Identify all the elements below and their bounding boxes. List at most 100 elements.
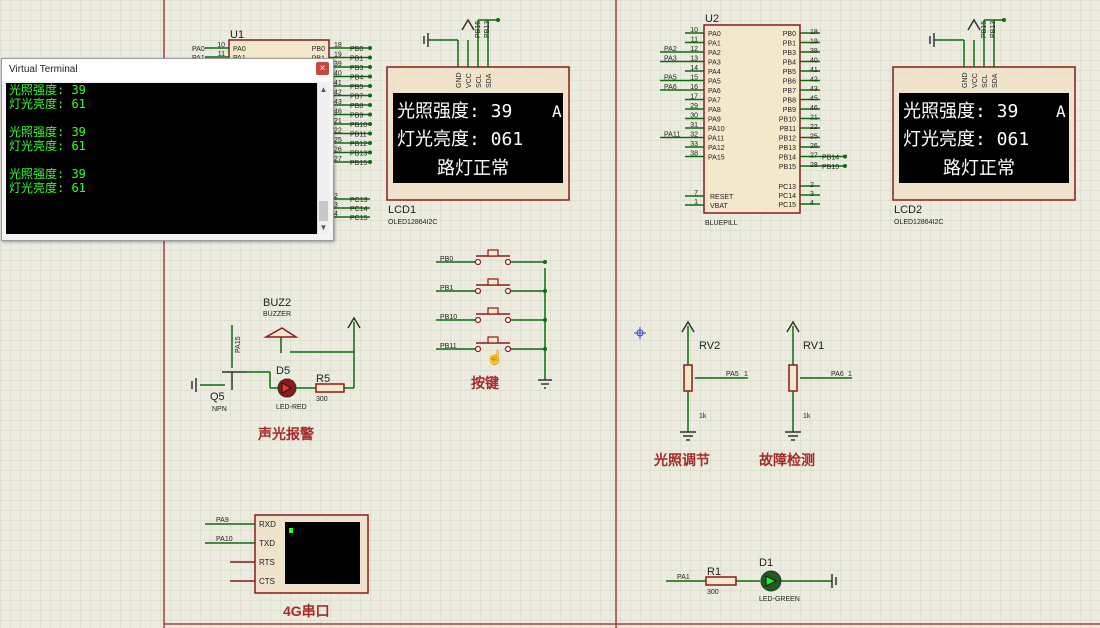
button-net: PB1 [440,285,453,292]
lcd1-line1: 光照强度: 39 [397,101,512,122]
u2-pin-right: PC15 [778,202,796,209]
buzzer-ref: BUZ2 [263,297,291,309]
lcd2-pin: VCC [972,73,979,88]
button-net: PB11 [440,343,457,350]
u2-pin-right: PB0 [783,31,796,38]
u2-pin-num: 32 [690,132,698,139]
u2-pin-num: 11 [691,37,698,44]
d5-type: LED-RED [276,404,307,411]
u2-pin-left: RESET [710,194,734,201]
u2-pin-num: 38 [690,151,698,158]
u1-pin-num: 39 [334,61,342,68]
lcd2-line1: 光照强度: 39 [903,101,1018,122]
resistor-r5-icon [315,383,345,393]
u2-pin-left: PA0 [708,31,721,38]
r5-ref: R5 [316,373,330,385]
r1-ref: R1 [707,566,721,578]
u2-pin-left: VBAT [710,203,728,210]
u1-pin-num: 22 [334,128,342,135]
scroll-up-icon[interactable]: ▲ [319,85,328,94]
terminal-line: 灯光亮度: 61 [9,181,86,195]
u2-pin-num: 2 [810,182,814,189]
u1-net-right: PB12 [350,141,367,148]
u2-pin-num: 28 [810,162,818,169]
lcd1-line2: 灯光亮度: 061 [397,129,523,150]
terminal-line: 光照强度: 39 [9,83,86,97]
u2-pin-right: PB10 [779,117,796,124]
u2-pin-num: 40 [810,58,818,65]
u2-pin-num: 31 [690,122,698,129]
terminal-line: 灯光亮度: 61 [9,139,86,153]
virtual-terminal-scrollbar[interactable]: ▲ ▼ [317,83,329,234]
u2-pin-num: 1 [694,199,698,206]
u2-pin-right: PB15 [779,164,796,171]
u2-pin-left: PA4 [708,69,721,76]
u1-pin-num: 40 [334,71,342,78]
led-green-net: PA1 [677,574,690,581]
u2-net-left: PA11 [664,132,680,139]
r1-value: 300 [707,589,719,596]
lcd2-pin: SCL [982,74,989,88]
u2-pin-num: 46 [810,105,818,112]
u2-pin-left: PA11 [708,136,724,143]
lcd1-pin: GND [456,72,463,88]
lcd1-line1-extra: A [552,102,562,121]
gsm-net: PA9 [216,517,229,524]
buttons-label: 按键 [471,375,500,391]
lcd2-pin: SDA [992,73,999,88]
u1-pin-num: 25 [334,137,342,144]
virtual-terminal-titlebar[interactable]: Virtual Terminal × [2,59,333,81]
gsm-pin: RTS [259,558,275,567]
u2-pin-num: 13 [690,56,698,63]
u1-net-right: PB4 [350,75,363,82]
q5-ref: Q5 [210,391,225,403]
lcd1-net: PB15 [475,21,482,38]
terminal-line: 灯光亮度: 61 [9,97,86,111]
u2-pin-num: 29 [690,103,698,110]
rv2-net: PA5 [726,371,739,378]
u2-pin-right: PB5 [783,69,796,76]
u1-pin-num: 19 [334,52,342,59]
u2-ref: U2 [705,13,719,25]
u1-pin-num: 11 [218,51,225,58]
gsm-net: PA10 [216,536,233,543]
u2-pin-left: PA8 [708,107,721,114]
alarm-label: 声光报警 [257,426,314,442]
u2-pin-num: 7 [694,190,698,197]
u2-pin-num: 45 [810,96,818,103]
virtual-terminal-window[interactable]: Virtual Terminal × 光照强度: 39 灯光亮度: 61 光照强度:… [1,58,334,241]
u1-net-right: PB10 [350,122,367,129]
lcd2-ref: LCD2 [894,204,922,216]
u1-net-left: PA0 [192,46,205,53]
virtual-terminal-output[interactable]: 光照强度: 39 灯光亮度: 61 光照强度: 39 灯光亮度: 61 光照强度: 39… [6,83,317,234]
lcd1-line3: 路灯正常 [437,158,509,179]
u2-pin-left: PA15 [708,155,725,162]
u2-pin-right: PB14 [779,155,796,162]
u1-pin-right: PB0 [312,46,325,53]
u1-pin-num: 42 [334,90,342,97]
d1-type: LED-GREEN [759,596,800,603]
rv1-pin: 1 [848,371,852,378]
u1-net-right: PB8 [350,103,363,110]
u2-pin-num: 21 [810,115,818,122]
scroll-down-icon[interactable]: ▼ [319,223,328,232]
u1-net-right: PB15 [350,160,367,167]
u2-pin-num: 18 [810,29,818,36]
u2-pin-num: 33 [690,141,698,148]
u2-pin-left: PA2 [708,50,721,57]
u2-pin-right: PB13 [779,145,796,152]
u1-pin-num: 46 [334,109,342,116]
u1-net-right: PB5 [350,84,363,91]
u1-net-right: PC13 [350,197,368,204]
u2-pin-num: 39 [810,48,818,55]
u2-type: BLUEPILL [705,220,738,227]
rv2-value: 1k [699,413,707,420]
u1-net-right: PC15 [350,215,368,222]
rv1-label: 故障检测 [759,452,815,468]
u2-pin-left: PA3 [708,60,721,67]
close-icon[interactable]: × [316,62,329,75]
scroll-thumb[interactable] [319,201,328,221]
u2-pin-right: PB9 [783,107,796,114]
gsm-pin: CTS [259,577,275,586]
lcd1-net: PB13 [484,21,491,38]
